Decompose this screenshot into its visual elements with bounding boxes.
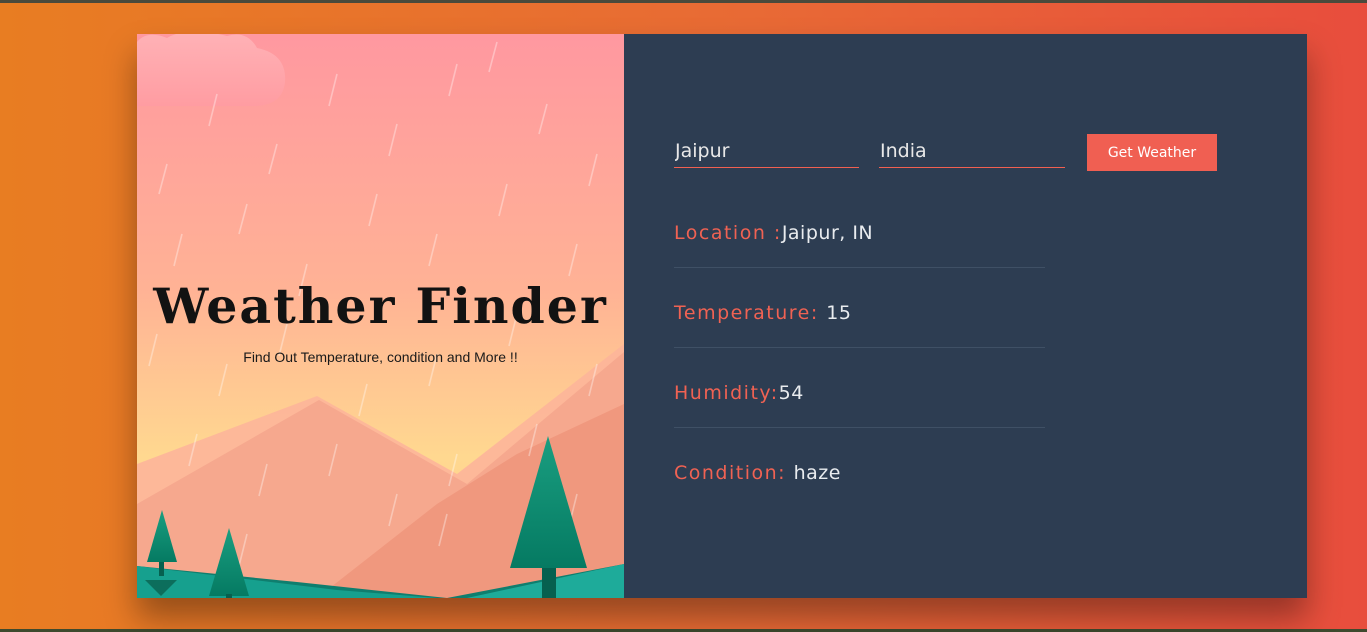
location-label: Location :	[674, 222, 782, 244]
city-input[interactable]	[674, 134, 859, 168]
app-title: Weather Finder	[153, 277, 608, 335]
condition-row: Condition: haze	[674, 428, 1045, 508]
temperature-value: 15	[826, 302, 852, 324]
location-value: Jaipur, IN	[781, 222, 874, 244]
condition-value: haze	[793, 462, 841, 484]
temperature-label: Temperature:	[674, 302, 827, 324]
window-top-edge	[0, 0, 1367, 3]
location-row: Location :Jaipur, IN	[674, 188, 1045, 268]
humidity-row: Humidity:54	[674, 348, 1045, 428]
app-subtitle: Find Out Temperature, condition and More…	[243, 349, 518, 365]
weather-card: Weather Finder Find Out Temperature, con…	[137, 34, 1307, 598]
condition-label: Condition:	[674, 462, 794, 484]
humidity-value: 54	[778, 382, 804, 404]
hero-panel: Weather Finder Find Out Temperature, con…	[137, 34, 624, 598]
temperature-row: Temperature: 15	[674, 268, 1045, 348]
get-weather-button[interactable]: Get Weather	[1087, 134, 1217, 171]
country-input[interactable]	[879, 134, 1065, 168]
weather-panel: Get Weather Location :Jaipur, IN Tempera…	[624, 34, 1307, 598]
humidity-label: Humidity:	[674, 382, 779, 404]
